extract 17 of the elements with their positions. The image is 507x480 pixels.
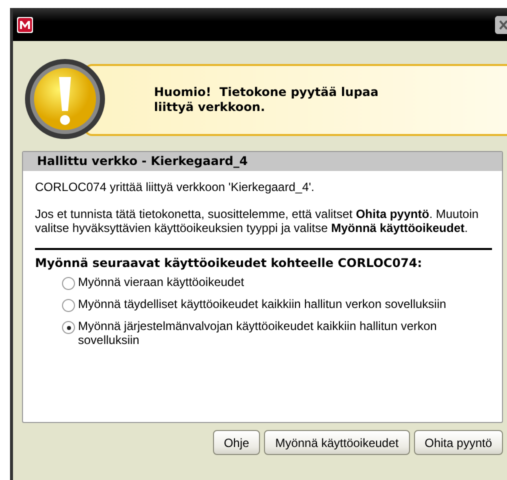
option-label[interactable]: Myönnä vieraan käyttöoikeudet <box>78 275 244 289</box>
radio-button[interactable] <box>62 321 75 334</box>
radio-button[interactable] <box>62 277 75 290</box>
group-label: Myönnä seuraavat käyttöoikeudet kohteelle CORLOC074: <box>35 248 492 270</box>
option-label[interactable]: Myönnä täydelliset käyttöoikeudet kaikkiin hallitun verkon sovelluksiin <box>78 297 446 311</box>
warning-icon <box>23 57 107 141</box>
message-text: CORLOC074 yrittää liittyä verkkoon 'Kierkegaard_4'. <box>35 180 316 194</box>
radio-button[interactable] <box>62 299 75 312</box>
dialog-button[interactable]: Ohita pyyntö <box>414 430 503 455</box>
option-label[interactable]: Myönnä järjestelmänvalvojan käyttöoikeudet kaikkiin hallitun verkon sovelluksiin <box>78 319 492 347</box>
dialog-button[interactable]: Ohje <box>212 430 260 455</box>
instruction-text: Jos et tunnista tätä tietokonetta, suosittelemme, että valitset Ohita pyyntö. Muutoin valitse hyväksyttävien käyttöoikeuksien tyyppi ja valitse Myönnä käyttöoikeudet. <box>35 207 480 235</box>
alert-text: Huomio! Tietokone pyytää lupaa liittyä verkkoon. <box>154 84 380 114</box>
panel-heading: Hallittu verkko - Kierkegaard_4 <box>23 152 502 171</box>
close-icon[interactable] <box>495 16 507 34</box>
logo-icon <box>17 16 33 32</box>
dialog-button[interactable]: Myönnä käyttöoikeudet <box>264 430 410 455</box>
